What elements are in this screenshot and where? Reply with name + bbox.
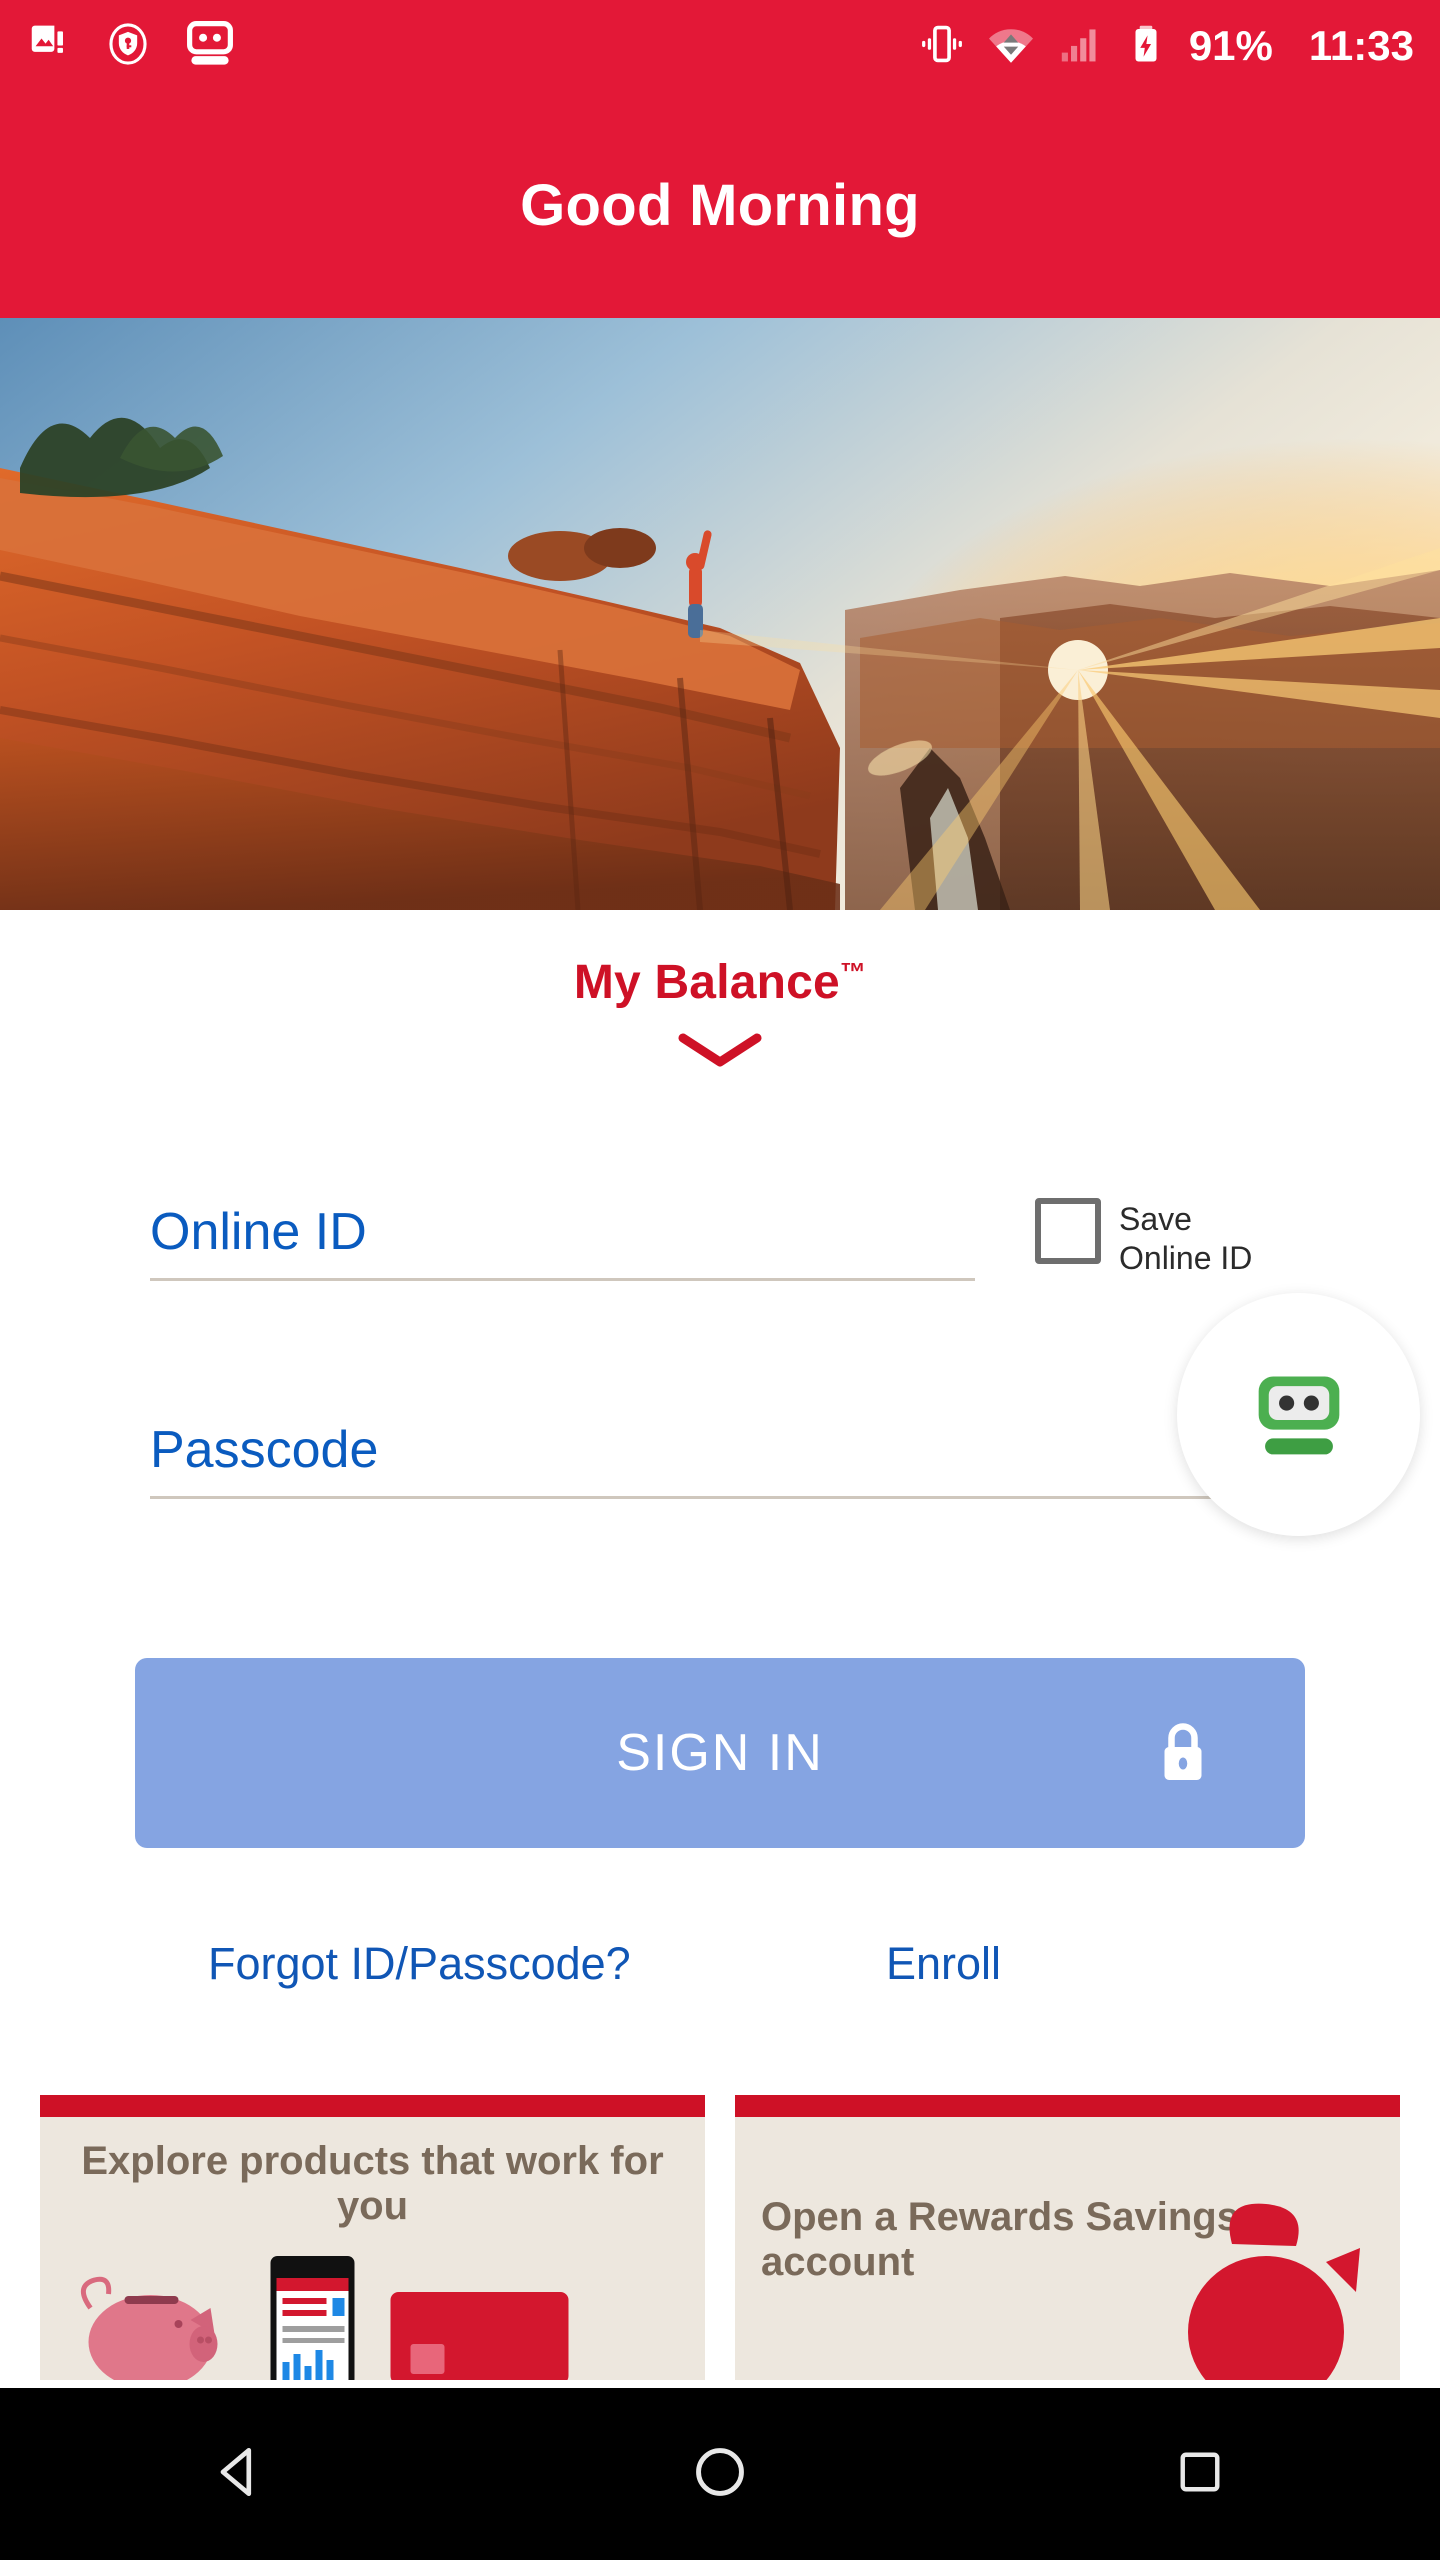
promo-card-explore-products[interactable]: Explore products that work for you [40,2095,705,2380]
lock-icon [1153,1716,1213,1791]
battery-percentage: 91% [1188,22,1273,69]
online-id-field[interactable] [150,1202,975,1281]
status-bar-left-icons [26,18,236,75]
square-icon [1172,2444,1228,2505]
vpn-shield-key-icon [106,22,150,71]
promo-accent-bar [735,2095,1400,2117]
home-button[interactable] [620,2388,820,2560]
online-id-input[interactable] [150,1202,975,1278]
app-bar: Good Morning [0,92,1440,318]
page-title: Good Morning [520,172,920,238]
promo-title: Explore products that work for you [81,2139,664,2229]
clock: 11:33 [1308,22,1414,69]
cellular-signal-icon [1057,21,1103,72]
back-button[interactable] [140,2388,340,2560]
forgot-id-passcode-link[interactable]: Forgot ID/Passcode? [208,1938,631,1990]
circle-icon [689,2441,751,2508]
online-id-underline [150,1278,975,1281]
promo-carousel: Explore products that work for you Open … [0,2095,1440,2380]
triangle-left-icon [209,2441,271,2508]
status-bar: 91% 11:33 [0,0,1440,92]
save-online-id-group[interactable]: Save Online ID [1035,1198,1252,1278]
roboform-autofill-button[interactable] [1177,1293,1420,1536]
promo-card-rewards-savings[interactable]: Open a Rewards Savings account [735,2095,1400,2380]
image-alert-icon [26,21,72,72]
my-balance-text: My Balance [573,956,840,1009]
passcode-input[interactable] [150,1420,1290,1496]
my-balance-label: My Balance™ [574,955,866,1010]
hero-image [0,318,1440,910]
wifi-icon [987,20,1035,73]
passcode-field[interactable] [150,1420,1290,1499]
my-balance-section[interactable]: My Balance™ [0,955,1440,1075]
recents-button[interactable] [1100,2388,1300,2560]
sign-in-label: SIGN IN [616,1724,824,1782]
red-piggy-bank-illustration [1188,2203,1360,2380]
vibrate-icon [919,21,965,72]
chevron-down-icon[interactable] [677,1030,763,1075]
roboform-robot-icon [184,18,236,75]
promo-accent-bar [40,2095,705,2117]
save-online-id-checkbox[interactable] [1035,1198,1101,1264]
enroll-link[interactable]: Enroll [886,1938,1001,1990]
save-online-id-label: Save Online ID [1119,1201,1253,1277]
helper-links: Forgot ID/Passcode? Enroll [0,1938,1440,2028]
battery-charging-icon [1125,23,1167,70]
android-navigation-bar [0,2388,1440,2560]
piggy-bank-phone-card-illustration [81,2256,569,2380]
passcode-underline [150,1496,1290,1499]
status-bar-right-icons: 91% 11:33 [919,20,1414,73]
sign-in-button[interactable]: SIGN IN [135,1658,1305,1848]
app-screen: 91% 11:33 Good Morning My Balance™ Onlin… [0,0,1440,2560]
trademark-symbol: ™ [839,957,867,987]
